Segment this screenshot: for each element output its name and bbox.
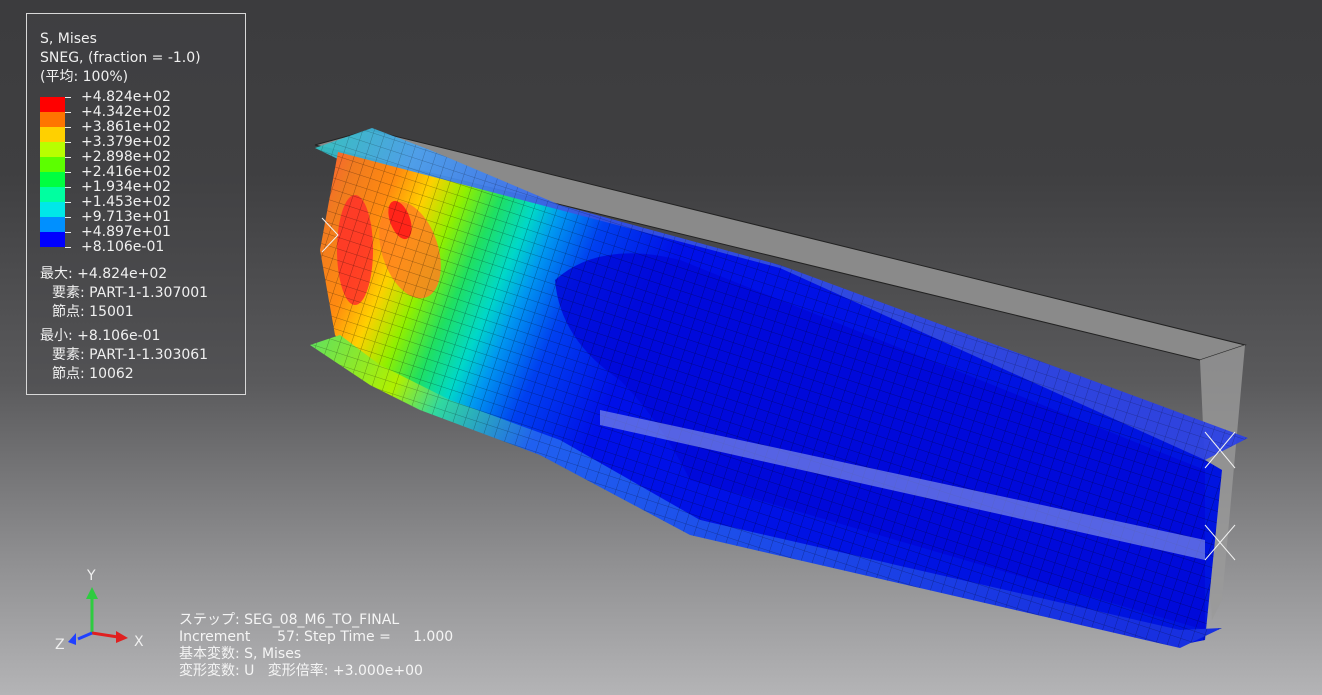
legend-min-label: 最小: +8.106e-01 xyxy=(40,328,161,344)
legend-max-label: 最大: +4.824e+02 xyxy=(40,266,168,282)
legend-min-element: 要素: PART-1-1.303061 xyxy=(52,347,209,363)
legend-swatch xyxy=(40,187,65,202)
legend-tick xyxy=(65,187,71,188)
legend-tick xyxy=(65,127,71,128)
legend-min-node: 節点: 10062 xyxy=(52,366,134,382)
legend-swatch xyxy=(40,127,65,142)
legend-swatch xyxy=(40,97,65,112)
contour-legend: S, Mises SNEG, (fraction = -1.0) (平均: 10… xyxy=(26,13,246,395)
legend-swatch xyxy=(40,232,65,247)
axis-x-label: X xyxy=(134,634,144,650)
legend-value: +3.861e+02 xyxy=(81,119,171,135)
legend-tick xyxy=(65,217,71,218)
legend-value: +4.342e+02 xyxy=(81,104,171,120)
legend-tick xyxy=(65,142,71,143)
increment-info: Increment 57: Step Time = 1.000 xyxy=(179,629,454,645)
legend-swatch xyxy=(40,157,65,172)
legend-tick xyxy=(65,247,71,248)
legend-value: +3.379e+02 xyxy=(81,134,171,150)
axis-z-label: Z xyxy=(55,637,65,653)
legend-value: +4.897e+01 xyxy=(81,224,171,240)
legend-tick xyxy=(65,112,71,113)
legend-value: +4.824e+02 xyxy=(81,89,171,105)
legend-value: +2.898e+02 xyxy=(81,149,171,165)
axis-triad-graphic xyxy=(68,587,128,645)
legend-swatch xyxy=(40,217,65,232)
legend-tick xyxy=(65,172,71,173)
legend-value: +1.453e+02 xyxy=(81,194,171,210)
primary-variable: 基本変数: S, Mises xyxy=(179,646,302,662)
legend-swatch xyxy=(40,112,65,127)
legend-swatch xyxy=(40,142,65,157)
legend-swatch xyxy=(40,172,65,187)
deformed-beam xyxy=(310,128,1248,648)
axis-y-label: Y xyxy=(87,568,96,584)
legend-swatch xyxy=(40,202,65,217)
step-info: ステップ: SEG_08_M6_TO_FINAL Increment 57: St… xyxy=(179,612,453,680)
legend-max-node: 節点: 15001 xyxy=(52,304,134,320)
legend-average: (平均: 100%) xyxy=(40,69,129,85)
axis-triad: Y X Z xyxy=(52,565,162,655)
legend-title: S, Mises xyxy=(40,31,97,47)
legend-value: +2.416e+02 xyxy=(81,164,171,180)
legend-sneg: SNEG, (fraction = -1.0) xyxy=(40,50,201,66)
deformed-variable: 変形変数: U 変形倍率: +3.000e+00 xyxy=(179,663,423,679)
legend-max-element: 要素: PART-1-1.307001 xyxy=(52,285,209,301)
legend-tick xyxy=(65,97,71,98)
legend-value: +1.934e+02 xyxy=(81,179,171,195)
legend-value: +9.713e+01 xyxy=(81,209,171,225)
legend-value: +8.106e-01 xyxy=(81,239,165,255)
legend-tick xyxy=(65,157,71,158)
legend-tick xyxy=(65,232,71,233)
step-name: ステップ: SEG_08_M6_TO_FINAL xyxy=(179,612,400,628)
legend-tick xyxy=(65,202,71,203)
